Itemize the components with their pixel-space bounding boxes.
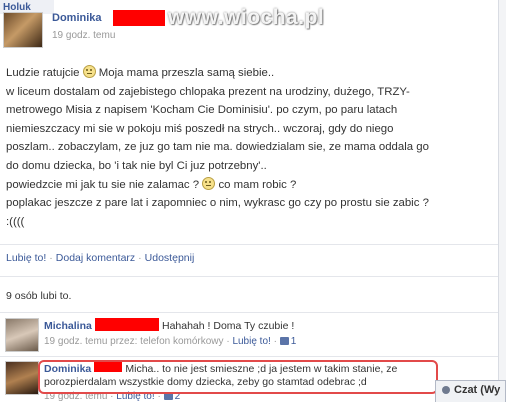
divider: [0, 356, 498, 357]
post-timestamp[interactable]: 19 godz. temu: [52, 30, 115, 41]
post-line: Ludzie ratujcie Moja mama przeszla samą …: [6, 65, 275, 79]
divider: [0, 276, 498, 277]
comment-like-count[interactable]: 1: [279, 336, 296, 347]
comment-timestamp[interactable]: 19 godz. temu przez: telefon komórkowy: [44, 336, 224, 347]
post-line: metrowego Misia z napisem 'Kocham Cie Do…: [6, 104, 398, 117]
post-line: poszlam.. zobaczylam, ze juz go tam nie …: [6, 141, 429, 154]
separator: ·: [138, 252, 142, 264]
post-content: Ludzie ratujcie Moja mama przeszla samą …: [6, 64, 492, 231]
comment-like-link[interactable]: Lubię to!: [232, 336, 270, 347]
post-actions: Lubię to! · Dodaj komentarz · Udostępnij: [6, 252, 194, 264]
divider: [0, 244, 498, 245]
facebook-post: Holuk Dominika 19 godz. temu www.wiocha.…: [0, 0, 498, 402]
share-link[interactable]: Udostępnij: [145, 252, 195, 264]
site-watermark: www.wiocha.pl: [168, 6, 325, 29]
chat-label: Czat (Wy: [454, 384, 501, 396]
thumbs-up-icon: [279, 337, 289, 345]
post-line: :((((: [6, 215, 25, 228]
chat-bar[interactable]: Czat (Wy: [435, 380, 506, 402]
post-line: w liceum dostalam od zajebistego chlopak…: [6, 85, 410, 98]
redaction-bar: [113, 10, 165, 26]
page-edge: [498, 0, 506, 402]
comment-link[interactable]: Dodaj komentarz: [56, 252, 135, 264]
likes-count[interactable]: 9 osób lubi to.: [6, 290, 71, 302]
post-line: do domu dziecka, bo 'i tak nie byl Ci ju…: [6, 159, 267, 172]
post-line: niemieszczacy mi sie w pokoju miś poszed…: [6, 122, 394, 135]
chat-status-icon: [442, 386, 450, 394]
post-line: powiedzcie mi jak tu sie nie zalamac ? c…: [6, 176, 297, 191]
commenter-avatar[interactable]: [5, 361, 39, 395]
author-avatar[interactable]: [3, 12, 43, 48]
commenter-avatar[interactable]: [5, 318, 39, 352]
post-line: poplakac jeszcze z pare lat i zapomniec …: [6, 197, 429, 210]
divider: [0, 312, 498, 313]
smile-emoticon-icon: [82, 65, 96, 78]
commenter-name[interactable]: Michalina: [44, 320, 92, 332]
separator: ·: [49, 252, 53, 264]
post-author-name[interactable]: Dominika: [52, 12, 102, 24]
redaction-bar: [94, 318, 159, 331]
highlight-annotation: [38, 360, 438, 394]
sad-emoticon-icon: [202, 176, 216, 190]
comment-text: Hahahah ! Doma Ty czubie !: [161, 320, 295, 332]
comment: Michalina Hahahah ! Doma Ty czubie ! 19 …: [0, 316, 498, 356]
like-link[interactable]: Lubię to!: [6, 252, 46, 264]
